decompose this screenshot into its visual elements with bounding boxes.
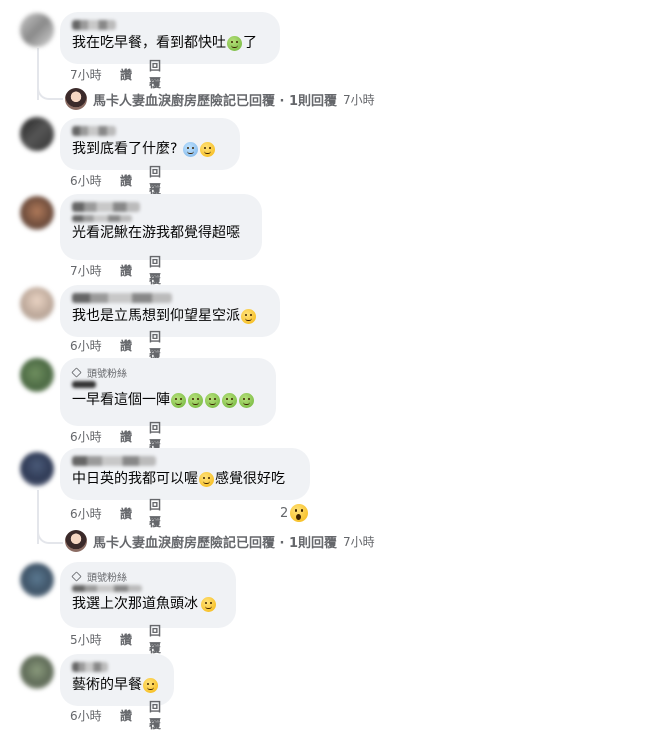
avatar[interactable] [20, 563, 54, 597]
thread-elbow [37, 80, 63, 100]
avatar[interactable] [20, 13, 54, 47]
comment-meta: 7小時 讚 回覆 [70, 59, 161, 90]
like-button[interactable]: 讚 [120, 707, 132, 724]
comment-meta: 7小時 讚 回覆 [70, 255, 161, 286]
commenter-name[interactable] [72, 202, 140, 212]
reply-button[interactable]: 回覆 [149, 328, 161, 362]
timestamp[interactable]: 6小時 [70, 428, 102, 445]
like-button[interactable]: 讚 [120, 631, 132, 648]
comment-text: 一早看這個一陣 [72, 390, 264, 410]
eye-roll-face-icon [200, 141, 216, 157]
comment-meta: 6小時 讚 回覆 [70, 165, 161, 196]
like-button[interactable]: 讚 [120, 66, 132, 83]
nauseated-face-icon [171, 392, 186, 408]
comment-bubble: 頭號粉絲 我選上次那道魚頭冰 [60, 562, 236, 628]
scream-face-icon [183, 141, 199, 157]
reply-summary-time: 7小時 [343, 92, 375, 107]
laughing-face-icon [201, 596, 216, 612]
relieved-face-icon [199, 471, 214, 487]
comment-meta: 6小時 讚 回覆 [70, 330, 161, 361]
reply-summary-label[interactable]: 馬卡人妻血淚廚房歷險記已回覆 · 1則回覆 [93, 532, 337, 551]
timestamp[interactable]: 7小時 [70, 66, 102, 83]
reply-summary[interactable]: 馬卡人妻血淚廚房歷險記已回覆 · 1則回覆 7小時 [65, 529, 375, 553]
avatar[interactable] [20, 196, 54, 230]
commenter-subname [72, 215, 132, 222]
wow-reaction-icon [290, 504, 309, 522]
nauseated-face-icon [239, 392, 254, 408]
like-button[interactable]: 讚 [120, 505, 132, 522]
laughing-face-icon [241, 308, 256, 324]
timestamp[interactable]: 6小時 [70, 505, 102, 522]
comment-text: 中日英的我都可以喔 感覺很好吃 [72, 471, 285, 487]
avatar[interactable] [20, 117, 54, 151]
reply-summary-label[interactable]: 馬卡人妻血淚廚房歷險記已回覆 · 1則回覆 [93, 90, 337, 109]
timestamp[interactable]: 5小時 [70, 631, 102, 648]
reply-summary[interactable]: 馬卡人妻血淚廚房歷險記已回覆 · 1則回覆 7小時 [65, 87, 375, 111]
avatar[interactable] [20, 655, 54, 689]
diamond-icon [71, 366, 82, 378]
top-fan-badge: 頭號粉絲 [71, 569, 224, 584]
reply-button[interactable]: 回覆 [149, 57, 161, 91]
laughing-face-icon [143, 677, 158, 693]
thread-elbow [37, 524, 63, 544]
nauseated-face-icon [227, 35, 242, 51]
comment-text: 我在吃早餐，看到都快吐 了 [72, 35, 257, 51]
like-button[interactable]: 讚 [120, 172, 132, 189]
timestamp[interactable]: 6小時 [70, 707, 102, 724]
commenter-name[interactable] [72, 585, 142, 592]
avatar[interactable] [20, 287, 54, 321]
comment-text: 藝術的早餐 [72, 675, 162, 695]
like-button[interactable]: 讚 [120, 428, 132, 445]
nauseated-face-icon [188, 392, 203, 408]
reply-button[interactable]: 回覆 [149, 622, 161, 656]
reply-button[interactable]: 回覆 [149, 163, 161, 197]
comment-text: 光看泥鰍在游我都覺得超噁 [72, 225, 240, 241]
top-fan-badge: 頭號粉絲 [71, 365, 264, 380]
reply-button[interactable]: 回覆 [149, 698, 161, 732]
like-button[interactable]: 讚 [120, 337, 132, 354]
avatar[interactable] [20, 452, 54, 486]
reply-summary-time: 7小時 [343, 534, 375, 549]
commenter-name[interactable] [72, 126, 116, 136]
reply-button[interactable]: 回覆 [149, 253, 161, 287]
comment-text: 我到底看了什麼? [72, 139, 228, 159]
commenter-name[interactable] [72, 662, 108, 672]
timestamp[interactable]: 7小時 [70, 262, 102, 279]
comment-meta: 6小時 讚 回覆 [70, 498, 161, 529]
avatar[interactable] [20, 358, 54, 392]
commenter-name[interactable] [72, 20, 116, 30]
page-avatar [65, 88, 87, 110]
comment-meta: 6小時 讚 回覆 [70, 421, 161, 452]
like-button[interactable]: 讚 [120, 262, 132, 279]
reply-button[interactable]: 回覆 [149, 496, 161, 530]
nauseated-face-icon [205, 392, 220, 408]
comment-meta: 5小時 讚 回覆 [70, 624, 161, 655]
comment-text: 我選上次那道魚頭冰 [72, 594, 224, 614]
comment-bubble: 光看泥鰍在游我都覺得超噁 [60, 194, 262, 260]
comment-text: 我也是立馬想到仰望星空派 [72, 306, 268, 326]
commenter-name[interactable] [72, 293, 172, 303]
diamond-icon [71, 570, 82, 582]
timestamp[interactable]: 6小時 [70, 172, 102, 189]
comment-bubble: 頭號粉絲 一早看這個一陣 [60, 358, 276, 426]
page-avatar [65, 530, 87, 552]
comment-bubble: 我也是立馬想到仰望星空派 [60, 285, 280, 337]
comment-meta: 6小時 讚 回覆 [70, 700, 161, 731]
nauseated-face-icon [222, 392, 237, 408]
comment-bubble: 我在吃早餐，看到都快吐 了 [60, 12, 280, 64]
commenter-name[interactable] [72, 381, 96, 388]
commenter-name[interactable] [72, 456, 156, 466]
timestamp[interactable]: 6小時 [70, 337, 102, 354]
comment-bubble: 中日英的我都可以喔 感覺很好吃 [60, 448, 310, 500]
reaction-count[interactable]: 2 [280, 504, 309, 522]
